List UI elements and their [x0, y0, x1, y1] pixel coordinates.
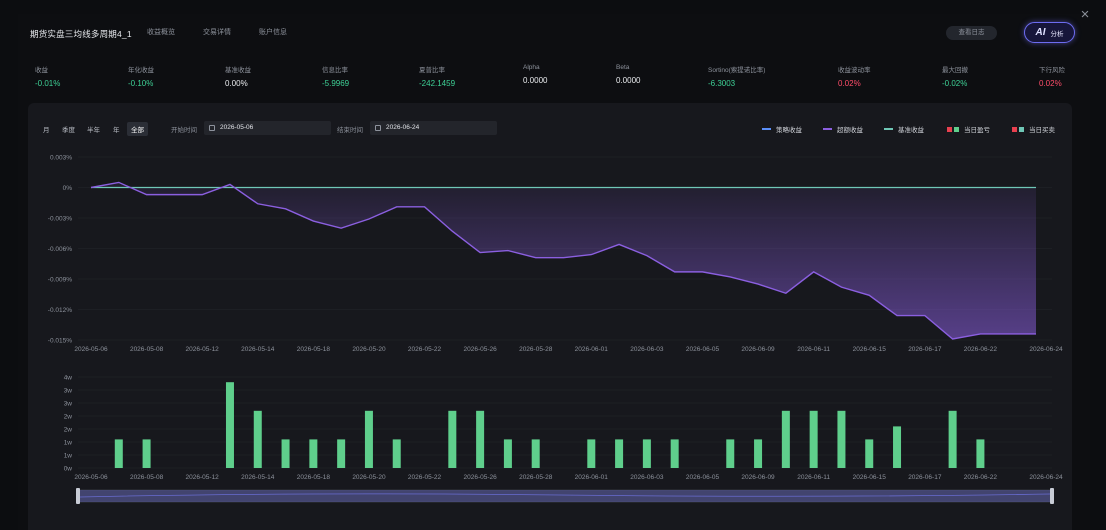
x-tick-label: 2026-06-11 [797, 474, 830, 481]
x-tick-label: 2026-05-06 [74, 346, 108, 353]
daily-trade-bar [809, 410, 818, 468]
daily-trade-bar [642, 439, 651, 468]
charts-svg: 0.003% 0% -0.003% -0.006% -0.009% -0.012% -0.0… [48, 155, 1063, 504]
daily-trade-bar [337, 439, 346, 468]
x-tick-label: 2026-06-03 [630, 346, 664, 353]
x-tick-label: 2026-06-22 [964, 474, 998, 481]
y-tick-label: -0.006% [48, 246, 72, 253]
daily-trade-bar [670, 439, 679, 468]
daily-trade-bar [726, 439, 735, 468]
y-tick-label: 2w [64, 414, 73, 421]
x-tick-label: 2026-06-01 [575, 474, 609, 481]
x-tick-label: 2026-06-03 [630, 474, 664, 481]
daily-trade-bar [754, 439, 763, 468]
y-tick-label: 1w [64, 453, 73, 460]
x-tick-label: 2026-06-11 [797, 346, 830, 353]
daily-trade-bar [615, 439, 624, 468]
y-tick-label: 3w [64, 388, 73, 395]
y-tick-label: 2w [64, 427, 73, 434]
daily-trade-bar [531, 439, 540, 468]
x-tick-label: 2026-06-22 [964, 346, 998, 353]
daily-trade-bar [476, 410, 485, 468]
y-tick-label: 0.003% [50, 155, 72, 162]
daily-trade-bar [253, 410, 262, 468]
x-tick-label: 2026-06-24 [1029, 346, 1063, 353]
daily-trade-bar [364, 410, 373, 468]
zoom-slider-left-handle[interactable] [76, 488, 80, 504]
daily-trade-bar [781, 410, 790, 468]
x-tick-label: 2026-06-15 [853, 346, 887, 353]
x-tick-label: 2026-05-08 [130, 346, 164, 353]
x-tick-label: 2026-05-22 [408, 346, 442, 353]
y-tick-label: 0% [63, 185, 73, 192]
x-tick-label: 2026-05-18 [297, 474, 331, 481]
y-tick-label: -0.009% [48, 277, 72, 284]
zoom-slider-right-handle[interactable] [1050, 488, 1054, 504]
x-tick-label: 2026-05-20 [352, 474, 386, 481]
x-tick-label: 2026-05-22 [408, 474, 442, 481]
daily-trade-bar [448, 410, 457, 468]
x-tick-label: 2026-05-26 [463, 346, 497, 353]
x-tick-label: 2026-06-05 [686, 346, 720, 353]
x-tick-label: 2026-05-20 [352, 346, 386, 353]
daily-trade-bar [281, 439, 290, 468]
x-tick-label: 2026-05-26 [463, 474, 497, 481]
x-tick-label: 2026-05-06 [74, 474, 108, 481]
excess-return-area [91, 182, 1036, 339]
zoom-slider-selection[interactable] [78, 490, 1052, 502]
daily-trade-bar [865, 439, 874, 468]
x-tick-label: 2026-06-09 [741, 474, 775, 481]
y-tick-label: 4w [64, 375, 73, 382]
x-tick-label: 2026-05-12 [186, 474, 220, 481]
y-tick-label: 3w [64, 401, 73, 408]
x-tick-label: 2026-06-17 [908, 474, 942, 481]
x-tick-label: 2026-06-24 [1029, 474, 1063, 481]
daily-trade-bar [976, 439, 985, 468]
daily-trade-bar [225, 382, 234, 468]
x-tick-label: 2026-05-28 [519, 474, 553, 481]
x-tick-label: 2026-05-14 [241, 346, 275, 353]
daily-trade-bar [893, 426, 902, 468]
daily-trade-bar [587, 439, 596, 468]
x-tick-label: 2026-06-15 [853, 474, 887, 481]
daily-trade-bar [503, 439, 512, 468]
daily-trade-bar [309, 439, 318, 468]
daily-trade-bar [837, 410, 846, 468]
daily-trade-bar [142, 439, 151, 468]
y-tick-label: -0.012% [48, 307, 72, 314]
x-tick-label: 2026-06-09 [741, 346, 775, 353]
y-tick-label: -0.015% [48, 338, 72, 345]
y-tick-label: -0.003% [48, 216, 72, 223]
daily-trade-bar [948, 410, 957, 468]
x-tick-label: 2026-05-08 [130, 474, 164, 481]
x-tick-label: 2026-05-12 [186, 346, 220, 353]
daily-trade-bar [114, 439, 123, 468]
x-tick-label: 2026-05-14 [241, 474, 275, 481]
y-tick-label: 1w [64, 440, 73, 447]
y-tick-label: 0w [64, 466, 73, 473]
x-tick-label: 2026-05-18 [297, 346, 331, 353]
x-tick-label: 2026-06-01 [575, 346, 609, 353]
x-tick-label: 2026-06-05 [686, 474, 720, 481]
x-tick-label: 2026-06-17 [908, 346, 942, 353]
daily-trade-bar [392, 439, 401, 468]
x-tick-label: 2026-05-28 [519, 346, 553, 353]
